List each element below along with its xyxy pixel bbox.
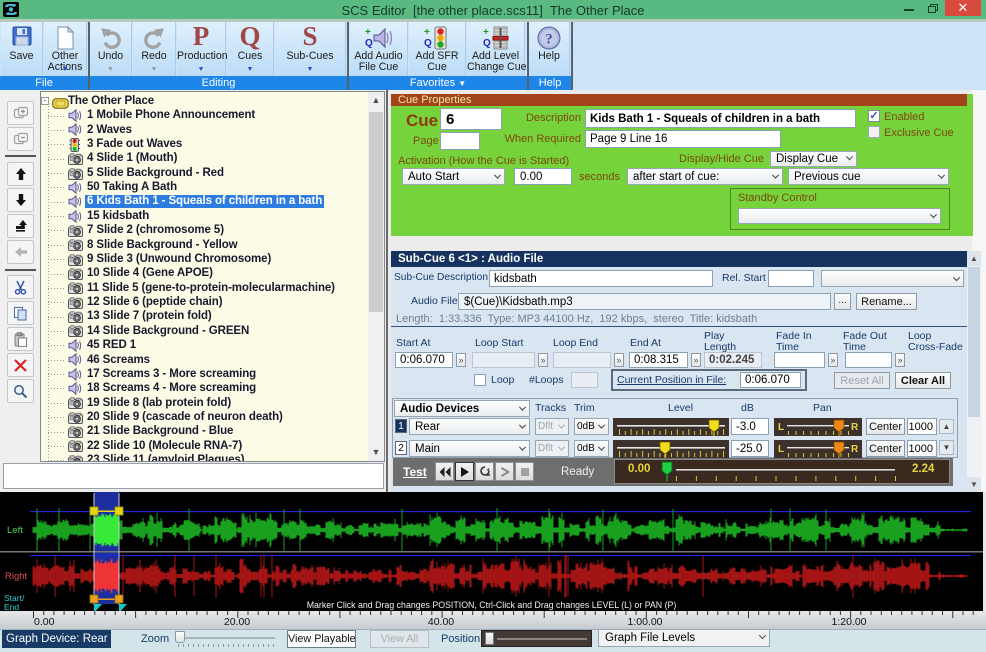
svg-text:+: + <box>365 27 371 38</box>
svg-text:+: + <box>483 27 489 38</box>
svg-text:R: R <box>851 422 859 433</box>
svg-text:R: R <box>851 444 859 455</box>
svg-text:Q: Q <box>424 38 432 49</box>
svg-text:+: + <box>424 27 430 38</box>
svg-text:L: L <box>778 444 784 455</box>
svg-text:Q: Q <box>483 38 491 49</box>
svg-text:?: ? <box>545 32 553 48</box>
svg-text:Q: Q <box>365 38 373 49</box>
svg-text:L: L <box>778 422 784 433</box>
